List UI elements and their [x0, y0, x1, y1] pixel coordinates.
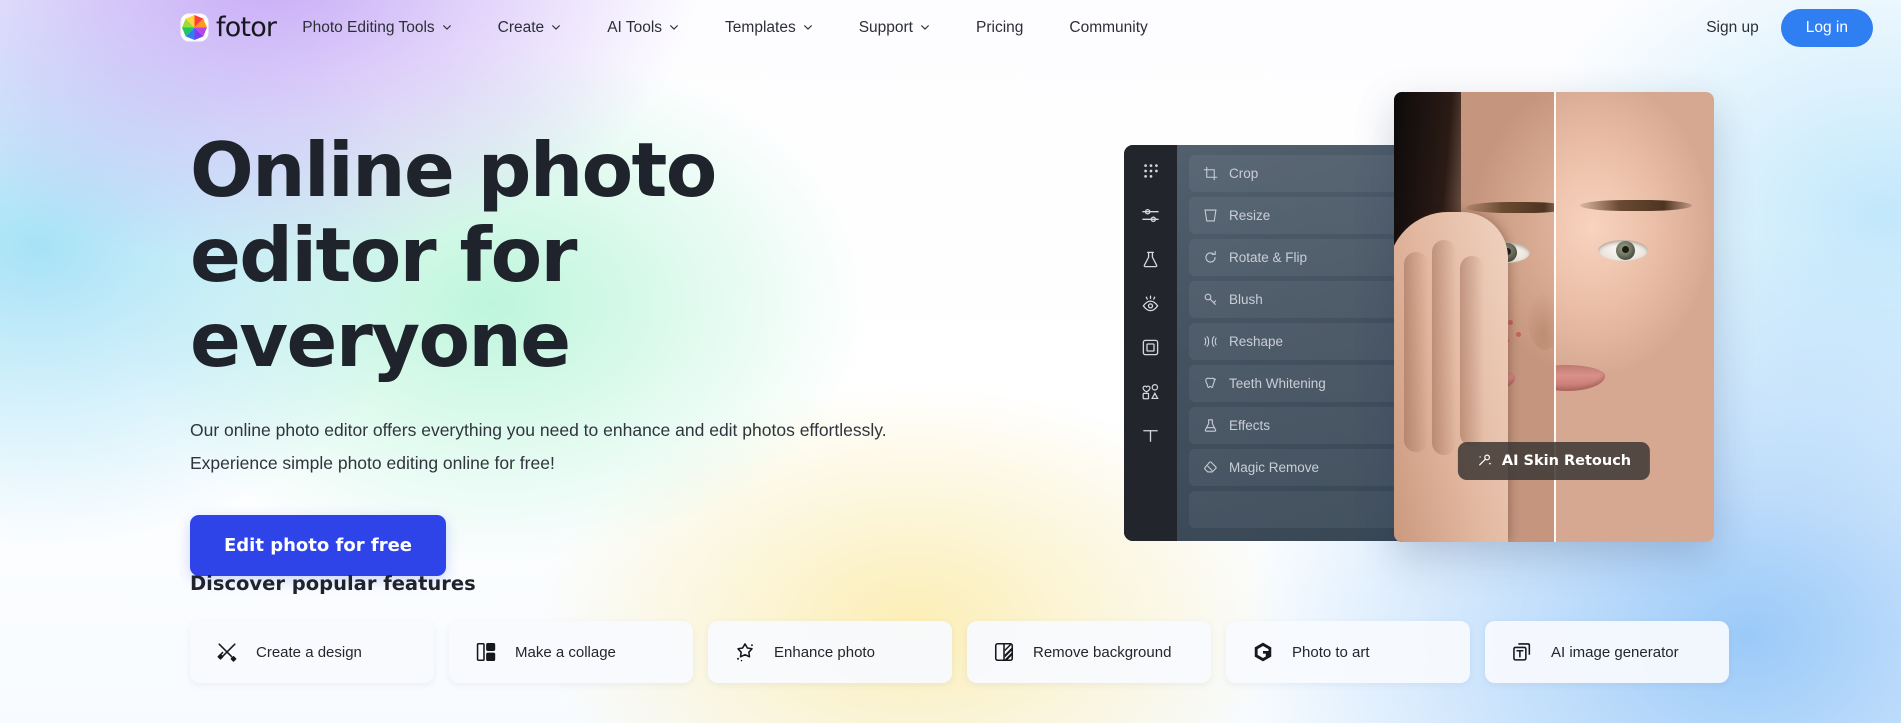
- tool-label: Blush: [1229, 292, 1263, 307]
- feature-card-photo-to-art[interactable]: Photo to art: [1226, 621, 1470, 683]
- nav-item-ai-tools[interactable]: AI Tools: [607, 11, 679, 45]
- nav-item-templates[interactable]: Templates: [725, 11, 813, 45]
- hero-subtitle-line-1: Our online photo editor offers everythin…: [190, 420, 887, 441]
- nav-item-support[interactable]: Support: [859, 11, 930, 45]
- page-title: Online photo editor for everyone: [190, 126, 717, 384]
- remove-bg-icon: [993, 641, 1015, 663]
- feature-label: Photo to art: [1292, 643, 1370, 661]
- top-navigation-bar: fotor Photo Editing Tools Create AI Tool…: [0, 0, 1901, 55]
- log-in-button[interactable]: Log in: [1780, 8, 1873, 47]
- feature-label: AI image generator: [1551, 643, 1679, 661]
- nav-item-community[interactable]: Community: [1069, 11, 1147, 45]
- feature-card-create-a-design[interactable]: Create a design: [190, 621, 434, 683]
- nav-label: AI Tools: [607, 18, 663, 36]
- chevron-down-icon: [669, 22, 679, 32]
- feature-card-make-a-collage[interactable]: Make a collage: [449, 621, 693, 683]
- sparkle-wand-icon: [1477, 453, 1493, 469]
- nav-item-create[interactable]: Create: [498, 11, 562, 45]
- feature-label: Create a design: [256, 643, 362, 661]
- editor-tool-rail: [1124, 145, 1177, 541]
- collage-icon: [475, 641, 497, 663]
- iris: [1616, 241, 1635, 260]
- pencil-cross-icon: [216, 641, 238, 663]
- ai-skin-retouch-badge[interactable]: AI Skin Retouch: [1457, 442, 1651, 480]
- edit-photo-for-free-button[interactable]: Edit photo for free: [190, 515, 446, 576]
- effects-icon: [1202, 418, 1218, 434]
- eraser-icon: [1202, 460, 1218, 476]
- resize-icon: [1202, 208, 1218, 224]
- hand: [1394, 212, 1508, 542]
- nav-links: Photo Editing Tools Create AI Tools Temp…: [302, 11, 1194, 45]
- rotate-icon: [1202, 250, 1218, 266]
- tool-label: Magic Remove: [1229, 460, 1320, 475]
- tool-label: Crop: [1229, 166, 1259, 181]
- beaker-icon[interactable]: [1139, 247, 1163, 271]
- chevron-down-icon: [920, 22, 930, 32]
- nav-label: Community: [1069, 18, 1148, 36]
- sign-up-link[interactable]: Sign up: [1706, 19, 1759, 37]
- sparkle-star-icon: [734, 641, 756, 663]
- tool-label: Reshape: [1229, 334, 1284, 349]
- eyebrow: [1466, 202, 1554, 213]
- nav-item-photo-editing-tools[interactable]: Photo Editing Tools: [302, 11, 451, 45]
- chevron-down-icon: [442, 22, 452, 32]
- sliders-icon[interactable]: [1139, 203, 1163, 227]
- chevron-down-icon: [803, 22, 813, 32]
- hero-section: Online photo editor for everyone Our onl…: [190, 128, 1050, 576]
- tool-label: Rotate & Flip: [1229, 250, 1308, 265]
- reshape-icon: [1202, 334, 1218, 350]
- ai-image-icon: [1511, 641, 1533, 663]
- nav-label: Support: [858, 18, 913, 36]
- nav-label: Photo Editing Tools: [302, 18, 435, 36]
- frame-icon[interactable]: [1139, 335, 1163, 359]
- shapes-icon[interactable]: [1139, 379, 1163, 403]
- feature-card-list: Create a design Make a collage Enhance p…: [190, 621, 1901, 683]
- chevron-down-icon: [551, 22, 561, 32]
- feature-label: Remove background: [1033, 643, 1172, 661]
- eyebrow: [1580, 200, 1692, 211]
- brand-logo[interactable]: fotor: [182, 12, 277, 43]
- feature-label: Make a collage: [515, 643, 616, 661]
- brand-name: fotor: [216, 12, 277, 43]
- eye-icon[interactable]: [1139, 291, 1163, 315]
- photo-to-art-icon: [1252, 641, 1274, 663]
- badge-label: AI Skin Retouch: [1501, 453, 1632, 469]
- color-wheel-icon: [182, 15, 207, 40]
- hero-subtitle: Our online photo editor offers everythin…: [190, 414, 980, 479]
- crop-icon: [1202, 166, 1218, 182]
- feature-label: Enhance photo: [774, 643, 875, 661]
- tool-label: Resize: [1229, 208, 1271, 223]
- tool-label: Effects: [1229, 418, 1271, 433]
- nav-label: Pricing: [976, 18, 1024, 36]
- feature-card-ai-image-generator[interactable]: AI image generator: [1485, 621, 1729, 683]
- nav-account-actions: Sign up Log in: [1706, 8, 1873, 47]
- nav-label: Create: [497, 18, 545, 36]
- grid-dots-icon[interactable]: [1139, 159, 1163, 183]
- tooth-icon: [1202, 376, 1218, 392]
- feature-card-enhance-photo[interactable]: Enhance photo: [708, 621, 952, 683]
- popular-features-section: Discover popular features Create a desig…: [190, 572, 1901, 683]
- blush-icon: [1202, 292, 1218, 308]
- feature-card-remove-background[interactable]: Remove background: [967, 621, 1211, 683]
- before-after-portrait-image: AI Skin Retouch: [1394, 92, 1714, 542]
- hero-subtitle-line-2: Experience simple photo editing online f…: [190, 452, 555, 473]
- nav-item-pricing[interactable]: Pricing: [976, 11, 1023, 45]
- tool-label: Teeth Whitening: [1229, 376, 1326, 391]
- features-heading: Discover popular features: [190, 572, 476, 595]
- text-icon[interactable]: [1139, 423, 1163, 447]
- nav-label: Templates: [725, 18, 796, 36]
